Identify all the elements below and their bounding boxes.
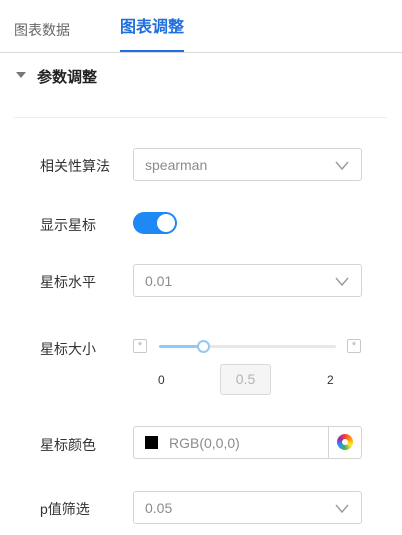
star-color-label: 星标颜色 xyxy=(40,437,96,453)
color-swatch xyxy=(145,436,158,449)
tab-bar: 图表数据 图表调整 xyxy=(0,0,402,53)
correlation-algorithm-label: 相关性算法 xyxy=(40,158,110,174)
section-divider xyxy=(14,117,387,118)
chevron-down-icon xyxy=(335,277,349,287)
chevron-down-icon xyxy=(335,161,349,171)
star-size-slider[interactable] xyxy=(159,340,336,353)
show-stars-label: 显示星标 xyxy=(40,217,96,233)
tab-chart-adjust[interactable]: 图表调整 xyxy=(120,18,184,38)
show-stars-toggle[interactable] xyxy=(133,212,177,234)
star-size-label: 星标大小 xyxy=(40,341,96,357)
correlation-algorithm-select[interactable]: spearman xyxy=(133,148,362,181)
chart-settings-panel: 图表数据 图表调整 参数调整 相关性算法 spearman 显示星标 星标水平 … xyxy=(0,0,402,535)
star-small-icon: * xyxy=(133,339,147,353)
color-picker-button[interactable] xyxy=(328,427,361,458)
p-filter-select[interactable]: 0.05 xyxy=(133,491,362,524)
chevron-down-icon xyxy=(335,504,349,514)
caret-down-icon xyxy=(16,72,26,78)
star-large-icon: * xyxy=(347,339,361,353)
slider-handle[interactable] xyxy=(197,340,211,353)
section-title: 参数调整 xyxy=(37,69,98,86)
section-header-params[interactable]: 参数调整 xyxy=(14,64,374,88)
star-level-label: 星标水平 xyxy=(40,274,96,290)
correlation-algorithm-value: spearman xyxy=(145,157,208,173)
tab-bar-divider xyxy=(0,52,402,53)
star-level-select[interactable]: 0.01 xyxy=(133,264,362,297)
toggle-knob xyxy=(157,214,175,232)
p-filter-label: p值筛选 xyxy=(40,501,90,517)
star-level-value: 0.01 xyxy=(145,273,173,289)
star-color-field[interactable]: RGB(0,0,0) xyxy=(133,426,362,459)
slider-max-label: 2 xyxy=(327,373,334,387)
color-wheel-icon xyxy=(337,434,353,450)
star-size-value-input[interactable]: 0.5 xyxy=(220,364,271,395)
slider-min-label: 0 xyxy=(158,373,165,387)
p-filter-value: 0.05 xyxy=(145,500,173,516)
tab-chart-data[interactable]: 图表数据 xyxy=(14,20,70,40)
star-color-value[interactable]: RGB(0,0,0) xyxy=(169,435,240,451)
